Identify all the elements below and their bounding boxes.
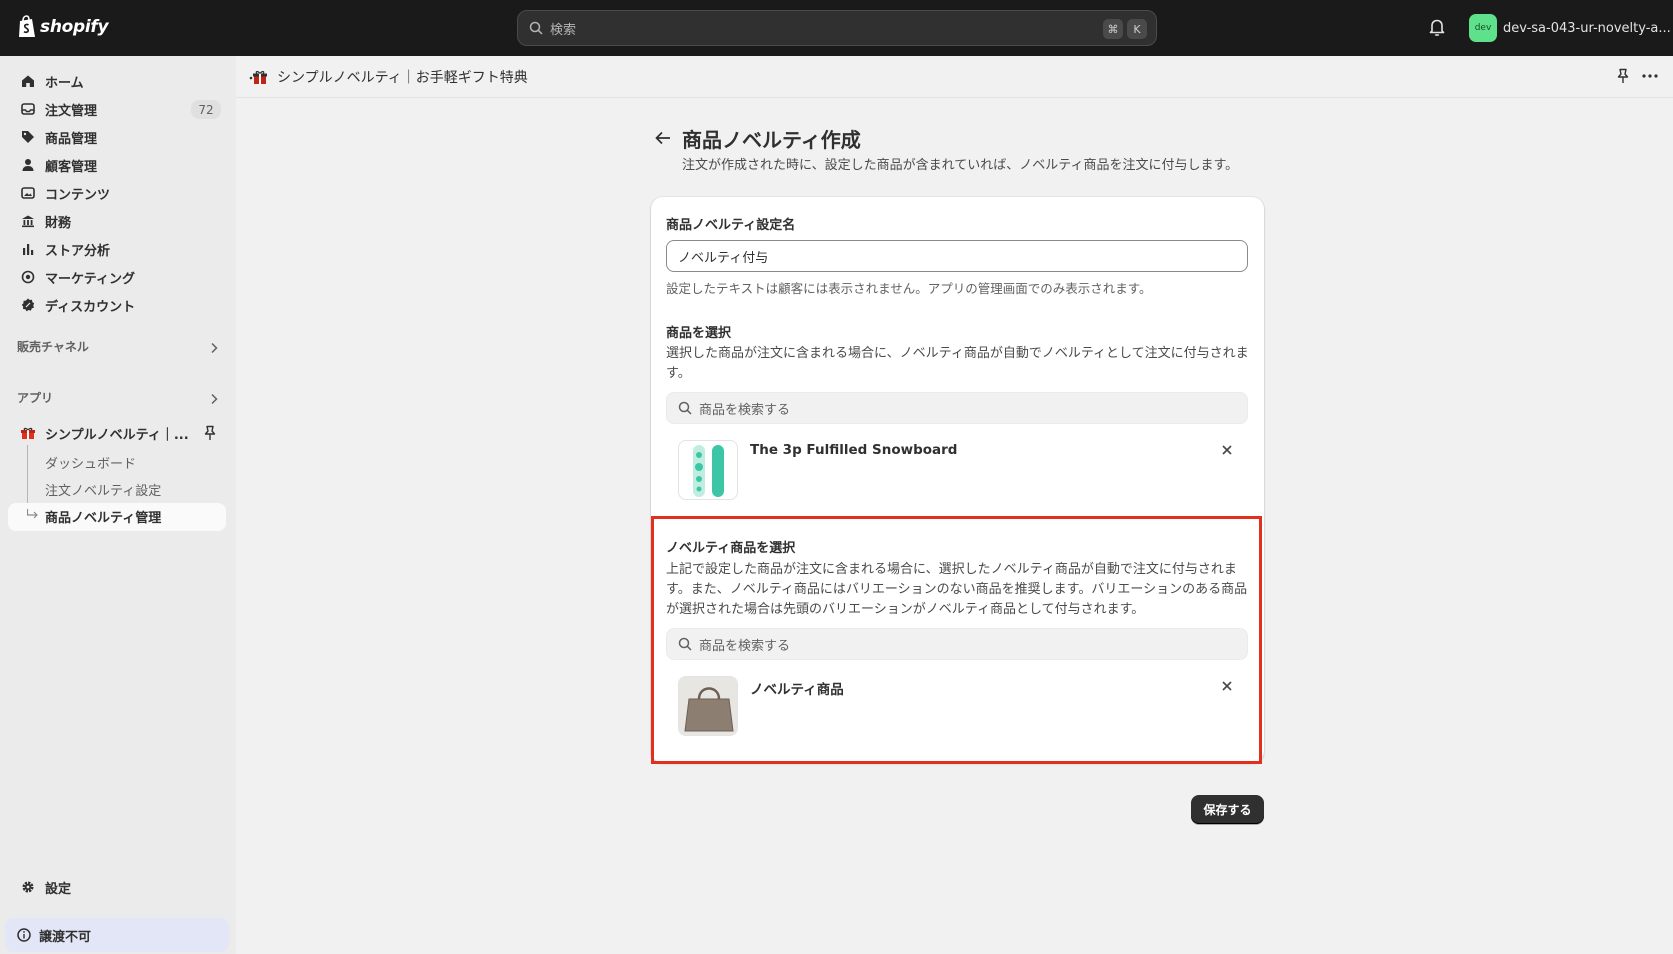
sub-item-order-novelty[interactable]: 注文ノベルティ設定: [45, 480, 161, 499]
setting-name-help: 設定したテキストは顧客には表示されません。アプリの管理画面でのみ表示されます。: [666, 281, 1152, 296]
nav-settings-label: 設定: [45, 881, 72, 897]
home-icon: [20, 73, 36, 89]
highlight-annotation-box: [651, 516, 1262, 764]
global-search[interactable]: 検索 ⌘ K: [517, 10, 1157, 46]
nav-home-label: ホーム: [45, 75, 84, 91]
nav-analytics-label: ストア分析: [45, 243, 111, 259]
nav-customers[interactable]: 顧客管理: [8, 151, 226, 179]
nav-discounts-label: ディスカウント: [45, 299, 136, 315]
search-icon: [678, 401, 692, 415]
chevron-right-icon[interactable]: [210, 393, 218, 405]
setting-name-input[interactable]: ノベルティ付与: [666, 240, 1248, 272]
nav-analytics[interactable]: ストア分析: [8, 235, 226, 263]
nav-products[interactable]: 商品管理: [8, 123, 226, 151]
product-select-label: 商品を選択: [666, 326, 732, 341]
more-options-icon[interactable]: [1642, 74, 1658, 78]
app-title: シンプルノベルティ｜お手軽ギフト特典: [277, 70, 528, 86]
setting-name-value: ノベルティ付与: [678, 250, 769, 266]
sub-item-dashboard[interactable]: ダッシュボード: [45, 453, 136, 472]
nav-discounts[interactable]: ディスカウント: [8, 291, 226, 319]
shopify-logo[interactable]: shopify: [17, 15, 109, 39]
gear-icon: [20, 879, 36, 895]
apps-heading[interactable]: アプリ: [17, 389, 53, 406]
bank-icon: [20, 213, 36, 229]
sales-channels-heading[interactable]: 販売チャネル: [17, 338, 89, 355]
nav-app-simple-novelty[interactable]: シンプルノベルティ｜...: [8, 419, 226, 447]
nav-marketing[interactable]: マーケティング: [8, 263, 226, 291]
back-arrow-icon[interactable]: [655, 131, 671, 145]
sidebar: ホーム 注文管理 72 商品管理 顧客管理 コンテンツ 財務 ストア分析 マーケ…: [0, 56, 236, 954]
search-placeholder: 検索: [550, 22, 577, 38]
nav-marketing-label: マーケティング: [45, 271, 135, 287]
nav-products-label: 商品管理: [45, 131, 98, 147]
snowboard-thumbnail: [678, 440, 738, 500]
chart-bar-icon: [20, 241, 36, 257]
target-icon: [20, 269, 36, 285]
nav-finance-label: 財務: [45, 215, 72, 231]
app-gift-icon: [249, 70, 267, 84]
image-icon: [20, 185, 36, 201]
shortcut-k-key: K: [1127, 19, 1147, 39]
bell-icon: [1429, 19, 1445, 36]
shortcut-cmd-key: ⌘: [1103, 19, 1123, 39]
orders-count-badge: 72: [191, 100, 221, 119]
page-subtitle: 注文が作成された時に、設定した商品が含まれていれば、ノベルティ商品を注文に付与し…: [682, 158, 1239, 173]
tag-icon: [20, 129, 36, 145]
tree-branch-icon: [27, 509, 38, 519]
pin-icon[interactable]: [1616, 68, 1630, 84]
gift-icon: [20, 425, 36, 441]
nav-finance[interactable]: 財務: [8, 207, 226, 235]
notice-label: 譲渡不可: [39, 929, 92, 945]
logo-text: shopify: [40, 17, 109, 37]
top-bar: shopify 検索 ⌘ K dev dev-sa-043-ur-novelty…: [0, 0, 1673, 56]
nav-home[interactable]: ホーム: [8, 67, 226, 95]
person-icon: [20, 157, 36, 173]
pin-icon[interactable]: [203, 425, 217, 441]
store-menu[interactable]: dev dev-sa-043-ur-novelty-a...: [1469, 14, 1671, 42]
info-icon: [17, 928, 31, 942]
nav-content[interactable]: コンテンツ: [8, 179, 226, 207]
setting-name-label: 商品ノベルティ設定名: [666, 218, 796, 233]
discount-icon: [20, 297, 36, 313]
product-select-description: 選択した商品が注文に含まれる場合に、ノベルティ商品が自動でノベルティとして注文に…: [666, 346, 1249, 381]
nav-settings[interactable]: 設定: [8, 873, 226, 901]
inbox-icon: [20, 101, 36, 117]
notifications-button[interactable]: [1429, 18, 1445, 40]
nav-content-label: コンテンツ: [45, 187, 111, 203]
nav-orders[interactable]: 注文管理 72: [8, 95, 226, 123]
save-button[interactable]: 保存する: [1191, 795, 1264, 824]
shopify-bag-icon: [19, 15, 35, 37]
chevron-right-icon[interactable]: [210, 342, 218, 354]
non-transferable-notice[interactable]: 譲渡不可: [5, 918, 229, 952]
product-search-input[interactable]: 商品を検索する: [666, 392, 1248, 424]
nav-app-label: シンプルノベルティ｜...: [45, 427, 189, 443]
app-title-bar: シンプルノベルティ｜お手軽ギフト特典: [236, 56, 1673, 98]
store-name: dev-sa-043-ur-novelty-a...: [1503, 20, 1671, 36]
page-title: 商品ノベルティ作成: [682, 128, 861, 152]
product-search-placeholder: 商品を検索する: [699, 402, 791, 418]
selected-product-name: The 3p Fulfilled Snowboard: [750, 442, 958, 458]
nav-orders-label: 注文管理: [45, 103, 98, 119]
search-icon: [529, 21, 543, 35]
remove-product-close-icon[interactable]: [1219, 442, 1235, 458]
store-avatar: dev: [1469, 14, 1497, 42]
nav-customers-label: 顧客管理: [45, 159, 98, 175]
sub-item-product-novelty[interactable]: 商品ノベルティ管理: [45, 507, 161, 526]
